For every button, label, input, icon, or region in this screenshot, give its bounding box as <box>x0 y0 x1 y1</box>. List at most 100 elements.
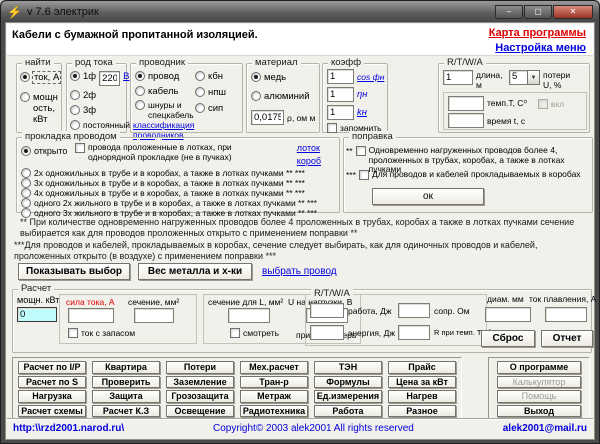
power-input[interactable] <box>17 307 57 322</box>
rho-input[interactable] <box>251 110 284 125</box>
radio-power-label: мощность, кВт <box>33 92 58 125</box>
grid-button[interactable]: Прайс <box>388 361 456 374</box>
radio-sip-label: сип <box>208 103 223 114</box>
grid-button[interactable]: Расчет по S <box>18 376 86 389</box>
grid-button[interactable]: Грозозащита <box>166 390 234 403</box>
melt-input[interactable] <box>545 307 587 322</box>
radio-aluminum[interactable]: алюминий <box>251 91 310 102</box>
grid-button[interactable]: Работа <box>314 405 382 418</box>
reserve-checkbox[interactable]: ток с запасом <box>68 328 135 338</box>
grid-button[interactable]: Расчет по I/P <box>18 361 86 374</box>
page-title: Кабели с бумажной пропитанной изоляцией. <box>12 29 258 41</box>
rtemp-input[interactable] <box>398 325 430 340</box>
reset-button[interactable]: Сброс <box>481 330 535 347</box>
grid-button[interactable]: Потери <box>166 361 234 374</box>
radio-copper[interactable]: медь <box>251 72 286 83</box>
grid-button[interactable]: Квартира <box>92 361 160 374</box>
radio-sip[interactable]: сип <box>195 103 223 114</box>
eta-input[interactable] <box>327 87 354 102</box>
temp-input[interactable] <box>448 96 484 111</box>
grid-button[interactable]: Метраж <box>240 390 308 403</box>
duct-link[interactable]: короб <box>297 156 321 166</box>
program-map-link[interactable]: Карта программы <box>489 27 586 39</box>
correction-checkbox-2[interactable] <box>359 170 369 180</box>
grid-button[interactable]: Разное <box>388 405 456 418</box>
grid-button[interactable]: Цена за кВт <box>388 376 456 389</box>
watch-checkbox[interactable]: смотреть <box>230 328 279 338</box>
length-input[interactable] <box>443 70 473 85</box>
radio-copper-dot <box>251 72 261 82</box>
grid-button[interactable]: ТЭН <box>314 361 382 374</box>
voltage-input[interactable] <box>99 71 120 86</box>
radio-cable[interactable]: кабель <box>135 86 178 97</box>
close-icon[interactable]: ✕ <box>553 5 593 19</box>
grid-button[interactable]: Формулы <box>314 376 382 389</box>
section-l-input[interactable] <box>228 308 270 323</box>
loss-select[interactable]: 5 ▼ <box>509 70 540 85</box>
k-label[interactable]: kн <box>357 107 367 118</box>
email-link[interactable]: alek2001@mail.ru <box>503 423 587 434</box>
grid-button[interactable]: Защита <box>92 390 160 403</box>
grid-button[interactable]: Заземление <box>166 376 234 389</box>
group-laying: прокладка проводом открыто провода проло… <box>16 137 340 213</box>
radio-cords[interactable]: шнуры и спецкабель <box>135 100 192 120</box>
grid-button[interactable]: Радиотехника <box>240 405 308 418</box>
tray-link[interactable]: лоток <box>297 143 320 153</box>
radio-npsh[interactable]: нпш <box>195 87 226 98</box>
grid-button[interactable]: Мех.расчет <box>240 361 308 374</box>
grid-button[interactable]: Освещение <box>166 405 234 418</box>
radio-open[interactable]: открыто <box>21 146 67 156</box>
volt-link[interactable]: В <box>123 71 129 82</box>
metal-weight-button[interactable]: Вес металла и х-ки <box>138 263 252 280</box>
grid-button[interactable]: Расчет К.З <box>92 405 160 418</box>
chevron-down-icon[interactable]: ▼ <box>527 70 540 85</box>
diam-input[interactable] <box>485 307 531 322</box>
grid-button[interactable]: Расчет схемы <box>18 405 86 418</box>
radio-laying-option[interactable]: 4х одножильных в трубе и в коробах, а та… <box>21 188 305 198</box>
radio-3ph[interactable]: 3ф <box>70 105 96 116</box>
minimize-icon[interactable]: – <box>495 5 523 19</box>
work-input[interactable] <box>310 303 344 318</box>
maximize-icon[interactable]: ▢ <box>524 5 552 19</box>
grid-button[interactable]: Тран-р <box>240 376 308 389</box>
radio-laying-option[interactable]: 3х одножильных в трубе и в коробах, а та… <box>21 178 305 188</box>
tray-checkbox[interactable]: провода проложенные в лотках, при одноря… <box>75 143 270 162</box>
report-button[interactable]: Отчет <box>541 330 593 347</box>
radio-laying-option[interactable]: 2х одножильных в трубе и в коробах, а та… <box>21 168 305 178</box>
cos-label[interactable]: cos фн <box>357 72 384 82</box>
menu-settings-link[interactable]: Настройка меню <box>495 42 586 54</box>
group-current-type: род тока 1ф В 2ф 3ф постоянный <box>66 63 127 133</box>
grid-button[interactable]: Ед.измерения <box>314 390 382 403</box>
radio-sip-dot <box>195 103 205 113</box>
energy-input[interactable] <box>310 325 344 340</box>
title-bar[interactable]: ⚡ v 7.6 электрик – ▢ ✕ <box>1 1 599 22</box>
time-input[interactable] <box>448 113 484 128</box>
resist-input[interactable] <box>398 303 430 318</box>
radio-laying-option[interactable]: одного 2х жильного в трубе и в коробах, … <box>21 198 317 208</box>
about-button[interactable]: О программе <box>497 361 581 374</box>
time-label: время t, с <box>487 116 525 126</box>
group-laying-title: прокладка проводом <box>22 131 120 142</box>
radio-wire[interactable]: провод <box>135 71 179 82</box>
grid-button[interactable]: Проверить <box>92 376 160 389</box>
k-input[interactable] <box>327 105 354 120</box>
current-result-input[interactable] <box>68 308 114 323</box>
on-checkbox <box>538 99 548 109</box>
radio-3ph-dot <box>70 105 80 115</box>
radio-power[interactable]: мощность, кВт <box>20 92 58 125</box>
ok-button[interactable]: ок <box>372 188 484 205</box>
show-choice-button[interactable]: Показывать выбор <box>18 263 130 280</box>
cos-input[interactable] <box>327 69 354 84</box>
exit-button[interactable]: Выход <box>497 405 581 418</box>
section-result-input[interactable] <box>134 308 174 323</box>
grid-button[interactable]: Нагрев <box>388 390 456 403</box>
grid-button[interactable]: Нагрузка <box>18 390 86 403</box>
radio-1ph[interactable]: 1ф В <box>70 71 129 86</box>
radio-kbn[interactable]: кбн <box>195 71 223 82</box>
radio-current[interactable]: ток, А <box>20 72 60 83</box>
correction-checkbox-1[interactable] <box>356 146 366 156</box>
choose-wire-link[interactable]: выбрать провод <box>262 266 337 277</box>
radio-2ph[interactable]: 2ф <box>70 90 96 101</box>
radio-dc[interactable]: постоянный <box>70 120 130 130</box>
website-link[interactable]: http:\\rzd2001.narod.ru\ <box>13 423 124 434</box>
